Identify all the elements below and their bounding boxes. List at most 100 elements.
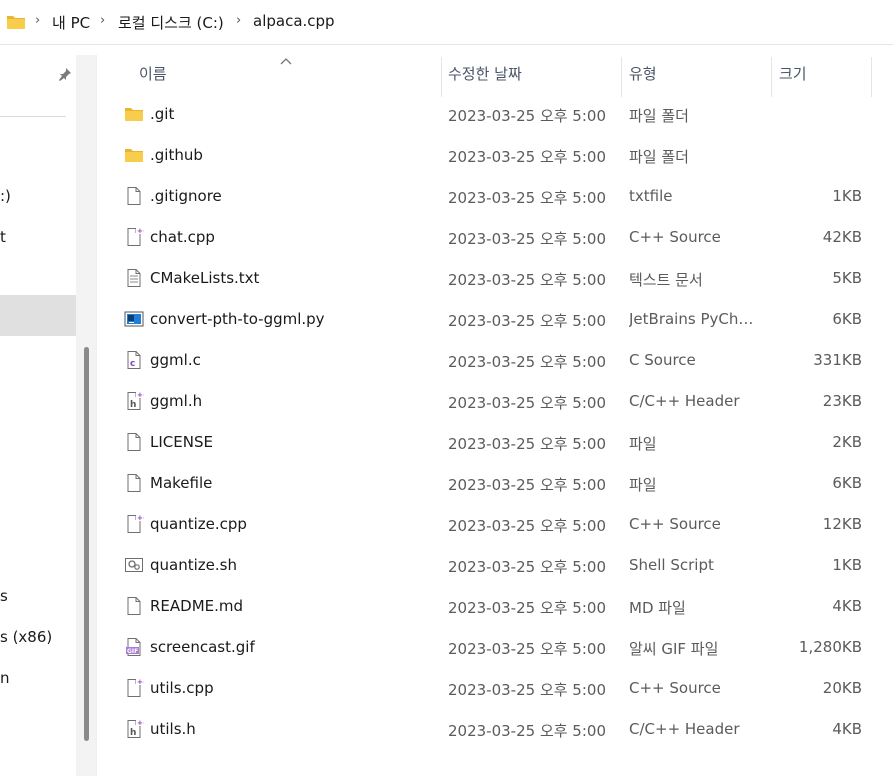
- navigation-pane[interactable]: :) t s s (x86) n: [0, 45, 97, 776]
- file-date: 2023-03-25 오후 5:00: [448, 476, 606, 494]
- file-date: 2023-03-25 오후 5:00: [448, 353, 606, 371]
- file-icon: [124, 473, 144, 493]
- column-header-row: 이름 수정한 날짜 유형 크기: [97, 45, 893, 97]
- file-row-utils-h[interactable]: h ++ utils.h 2023-03-25 오후 5:00 C/C++ He…: [97, 709, 893, 750]
- header-file-icon: h ++: [124, 391, 149, 411]
- file-type: 파일: [629, 435, 657, 453]
- file-row-utils-cpp[interactable]: ++ utils.cpp 2023-03-25 오후 5:00 C++ Sour…: [97, 668, 893, 709]
- file-name[interactable]: chat.cpp: [150, 228, 215, 246]
- file-name[interactable]: utils.cpp: [150, 679, 214, 697]
- file-row-license[interactable]: LICENSE 2023-03-25 오후 5:00 파일 2KB: [97, 422, 893, 463]
- breadcrumb-item-alpaca-cpp[interactable]: alpaca.cpp: [253, 12, 335, 30]
- file-date: 2023-03-25 오후 5:00: [448, 517, 606, 535]
- nav-item-drive[interactable]: :): [0, 187, 11, 205]
- file-name[interactable]: CMakeLists.txt: [150, 269, 259, 287]
- file-row-quantize-sh[interactable]: quantize.sh 2023-03-25 오후 5:00 Shell Scr…: [97, 545, 893, 586]
- svg-text:h: h: [130, 728, 136, 738]
- file-row-ggml-c[interactable]: c ggml.c 2023-03-25 오후 5:00 C Source 331…: [97, 340, 893, 381]
- nav-divider: [0, 116, 66, 117]
- file-size: 2KB: [832, 433, 862, 451]
- gif-file-icon: GIF: [124, 637, 144, 657]
- file-row-git[interactable]: .git 2023-03-25 오후 5:00 파일 폴더: [97, 94, 893, 135]
- address-bar[interactable]: › 내 PC › 로컬 디스크 (C:) › alpaca.cpp: [0, 0, 893, 45]
- file-icon: [124, 596, 144, 616]
- file-row-quantize-cpp[interactable]: ++ quantize.cpp 2023-03-25 오후 5:00 C++ S…: [97, 504, 893, 545]
- nav-item-program-files[interactable]: s: [0, 587, 8, 605]
- file-date: 2023-03-25 오후 5:00: [448, 558, 606, 576]
- file-row-chat-cpp[interactable]: ++ chat.cpp 2023-03-25 오후 5:00 C++ Sourc…: [97, 217, 893, 258]
- file-size: 23KB: [822, 392, 862, 410]
- file-row-ggml-h[interactable]: h ++ ggml.h 2023-03-25 오후 5:00 C/C++ Hea…: [97, 381, 893, 422]
- file-type: 파일 폴더: [629, 148, 689, 166]
- folder-icon: [124, 145, 144, 165]
- pin-icon[interactable]: [58, 67, 72, 85]
- file-name[interactable]: .gitignore: [150, 187, 222, 205]
- column-divider[interactable]: [621, 57, 622, 97]
- chevron-right-icon: ›: [35, 13, 41, 28]
- file-row-cmakelists-txt[interactable]: CMakeLists.txt 2023-03-25 오후 5:00 텍스트 문서…: [97, 258, 893, 299]
- file-date: 2023-03-25 오후 5:00: [448, 189, 606, 207]
- file-date: 2023-03-25 오후 5:00: [448, 312, 606, 330]
- file-name[interactable]: convert-pth-to-ggml.py: [150, 310, 325, 328]
- column-header-date[interactable]: 수정한 날짜: [448, 63, 522, 84]
- file-name[interactable]: ggml.h: [150, 392, 202, 410]
- svg-text:++: ++: [137, 678, 144, 686]
- file-type: C Source: [629, 351, 696, 369]
- file-name[interactable]: quantize.cpp: [150, 515, 247, 533]
- nav-item-program-files-x86[interactable]: s (x86): [0, 628, 52, 646]
- file-size: 6KB: [832, 310, 862, 328]
- svg-text:GIF: GIF: [127, 648, 138, 655]
- file-row-convert-pth-to-ggml-py[interactable]: convert-pth-to-ggml.py 2023-03-25 오후 5:0…: [97, 299, 893, 340]
- column-divider[interactable]: [871, 57, 872, 97]
- column-header-size[interactable]: 크기: [779, 63, 807, 84]
- nav-item-other[interactable]: n: [0, 669, 10, 687]
- column-divider[interactable]: [771, 57, 772, 97]
- file-date: 2023-03-25 오후 5:00: [448, 230, 606, 248]
- file-name[interactable]: LICENSE: [150, 433, 213, 451]
- file-size: 6KB: [832, 474, 862, 492]
- breadcrumb-item-my-pc[interactable]: 내 PC: [52, 12, 90, 33]
- file-row-readme-md[interactable]: README.md 2023-03-25 오후 5:00 MD 파일 4KB: [97, 586, 893, 627]
- sort-ascending-icon: [280, 51, 292, 69]
- folder-icon: [6, 13, 26, 34]
- file-name[interactable]: quantize.sh: [150, 556, 237, 574]
- file-name[interactable]: .github: [150, 146, 203, 164]
- file-row-makefile[interactable]: Makefile 2023-03-25 오후 5:00 파일 6KB: [97, 463, 893, 504]
- svg-text:++: ++: [137, 227, 144, 235]
- nav-item-folder[interactable]: t: [0, 228, 6, 246]
- svg-text:++: ++: [137, 719, 144, 727]
- file-type: C/C++ Header: [629, 392, 740, 410]
- file-name[interactable]: .git: [150, 105, 174, 123]
- c-file-icon: c: [124, 350, 144, 370]
- file-name[interactable]: README.md: [150, 597, 243, 615]
- nav-selected-item[interactable]: [0, 295, 76, 336]
- file-size: 5KB: [832, 269, 862, 287]
- chevron-right-icon[interactable]: ›: [236, 13, 241, 28]
- cpp-file-icon: ++: [124, 678, 149, 698]
- file-row-gitignore[interactable]: .gitignore 2023-03-25 오후 5:00 txtfile 1K…: [97, 176, 893, 217]
- file-type: MD 파일: [629, 599, 686, 617]
- file-date: 2023-03-25 오후 5:00: [448, 599, 606, 617]
- column-header-name[interactable]: 이름: [139, 63, 167, 84]
- file-size: 4KB: [832, 597, 862, 615]
- chevron-right-icon[interactable]: ›: [100, 13, 105, 28]
- breadcrumb-item-local-disk[interactable]: 로컬 디스크 (C:): [118, 12, 224, 33]
- file-date: 2023-03-25 오후 5:00: [448, 435, 606, 453]
- file-row-screencast-gif[interactable]: GIF screencast.gif 2023-03-25 오후 5:00 알씨…: [97, 627, 893, 668]
- svg-text:c: c: [130, 359, 135, 369]
- file-name[interactable]: utils.h: [150, 720, 196, 738]
- header-file-icon: h ++: [124, 719, 149, 739]
- shell-script-icon: [124, 555, 144, 575]
- file-name[interactable]: ggml.c: [150, 351, 201, 369]
- file-row-github[interactable]: .github 2023-03-25 오후 5:00 파일 폴더: [97, 135, 893, 176]
- file-name[interactable]: screencast.gif: [150, 638, 255, 656]
- file-name[interactable]: Makefile: [150, 474, 212, 492]
- file-date: 2023-03-25 오후 5:00: [448, 148, 606, 166]
- column-divider[interactable]: [441, 57, 442, 97]
- column-header-type[interactable]: 유형: [629, 63, 657, 84]
- cpp-file-icon: ++: [124, 514, 149, 534]
- file-size: 1,280KB: [798, 638, 862, 656]
- file-list: .git 2023-03-25 오후 5:00 파일 폴더 .github 20…: [97, 94, 893, 750]
- nav-scrollbar-thumb[interactable]: [84, 347, 89, 741]
- svg-text:h: h: [130, 400, 136, 410]
